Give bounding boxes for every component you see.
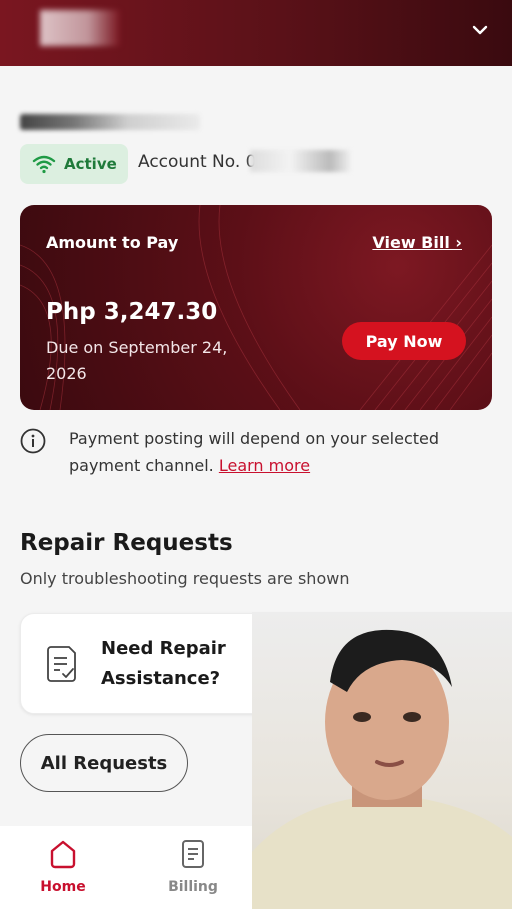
view-bill-link[interactable]: View Bill › [372,233,462,252]
repair-requests-subtitle: Only troubleshooting requests are shown [20,569,350,588]
account-number-label: Account No. 0 [138,152,257,172]
all-requests-button[interactable]: All Requests [20,734,188,792]
webcam-overlay [252,612,512,909]
learn-more-link[interactable]: Learn more [219,456,310,475]
amount-value: Php 3,247.30 [46,299,218,325]
nav-billing-label: Billing [168,879,218,895]
bill-card: Amount to Pay View Bill › Php 3,247.30 D… [20,205,492,410]
account-number-redacted [250,150,350,172]
status-badge: Active [20,144,128,184]
redacted-header-text [40,10,120,46]
nav-home[interactable]: Home [18,838,108,895]
wifi-icon [32,155,56,174]
info-icon [20,428,46,454]
account-name-redacted [20,108,220,134]
nav-home-label: Home [40,879,86,895]
chevron-down-icon[interactable] [470,20,490,40]
document-check-icon [47,646,76,682]
repair-requests-title: Repair Requests [20,530,233,556]
pay-now-button[interactable]: Pay Now [342,322,466,360]
billing-icon [182,840,204,868]
amount-to-pay-label: Amount to Pay [46,233,179,252]
status-text: Active [64,155,117,173]
due-date: Due on September 24, 2026 [46,338,228,383]
person-illustration [252,629,512,909]
nav-billing[interactable]: Billing [148,838,238,895]
app-header [0,0,512,66]
home-icon [50,840,76,869]
notice-text: Payment posting will depend on your sele… [69,425,494,479]
